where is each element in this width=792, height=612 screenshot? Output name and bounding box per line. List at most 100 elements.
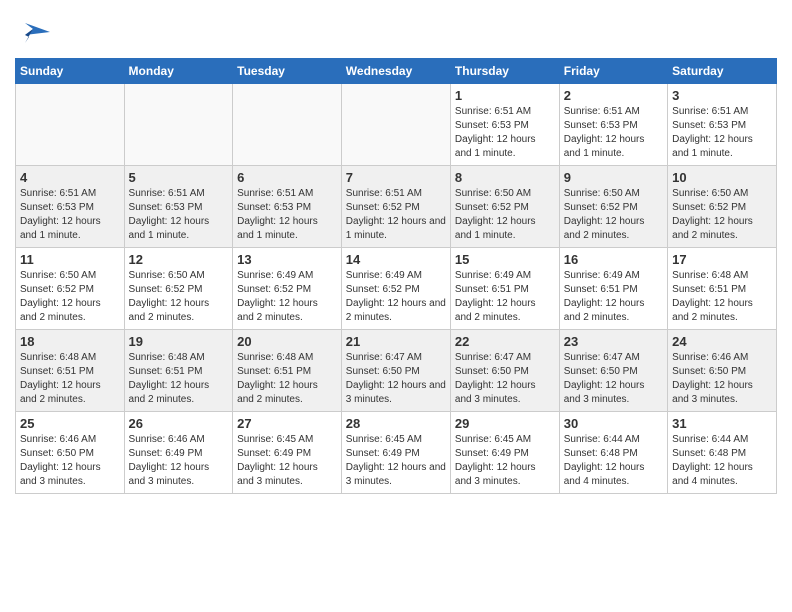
calendar-day-cell: 4 Sunrise: 6:51 AM Sunset: 6:53 PM Daylig… [16,166,125,248]
day-number: 30 [564,416,663,431]
day-info: Sunrise: 6:48 AM Sunset: 6:51 PM Dayligh… [129,351,229,407]
day-info: Sunrise: 6:49 AM Sunset: 6:51 PM Dayligh… [455,269,555,325]
day-number: 9 [564,170,663,185]
weekday-header-saturday: Saturday [668,59,777,84]
day-number: 21 [346,334,446,349]
calendar-day-cell: 21 Sunrise: 6:47 AM Sunset: 6:50 PM Dayli… [341,330,450,412]
weekday-header-row: SundayMondayTuesdayWednesdayThursdayFrid… [16,59,777,84]
calendar-day-cell: 24 Sunrise: 6:46 AM Sunset: 6:50 PM Dayli… [668,330,777,412]
day-info: Sunrise: 6:50 AM Sunset: 6:52 PM Dayligh… [455,187,555,243]
calendar-day-cell: 2 Sunrise: 6:51 AM Sunset: 6:53 PM Daylig… [559,84,667,166]
day-number: 19 [129,334,229,349]
day-number: 26 [129,416,229,431]
day-info: Sunrise: 6:47 AM Sunset: 6:50 PM Dayligh… [346,351,446,407]
day-info: Sunrise: 6:46 AM Sunset: 6:50 PM Dayligh… [672,351,772,407]
day-info: Sunrise: 6:47 AM Sunset: 6:50 PM Dayligh… [455,351,555,407]
day-info: Sunrise: 6:51 AM Sunset: 6:53 PM Dayligh… [455,105,555,161]
calendar-day-cell: 7 Sunrise: 6:51 AM Sunset: 6:52 PM Daylig… [341,166,450,248]
day-number: 12 [129,252,229,267]
page-header [15,10,777,50]
calendar-day-cell: 25Sunrise: 6:46 AM Sunset: 6:50 PM Dayli… [16,412,125,494]
calendar-day-cell: 19 Sunrise: 6:48 AM Sunset: 6:51 PM Dayli… [124,330,233,412]
day-number: 20 [237,334,337,349]
day-info: Sunrise: 6:48 AM Sunset: 6:51 PM Dayligh… [672,269,772,325]
day-number: 18 [20,334,120,349]
day-number: 24 [672,334,772,349]
day-info: Sunrise: 6:48 AM Sunset: 6:51 PM Dayligh… [20,351,120,407]
weekday-header-sunday: Sunday [16,59,125,84]
day-info: Sunrise: 6:50 AM Sunset: 6:52 PM Dayligh… [129,269,229,325]
day-number: 2 [564,88,663,103]
day-number: 5 [129,170,229,185]
day-number: 17 [672,252,772,267]
calendar-day-cell: 27 Sunrise: 6:45 AM Sunset: 6:49 PM Dayli… [233,412,342,494]
logo [15,15,54,50]
day-number: 27 [237,416,337,431]
calendar-day-cell: 1 Sunrise: 6:51 AM Sunset: 6:53 PM Daylig… [450,84,559,166]
day-info: Sunrise: 6:44 AM Sunset: 6:48 PM Dayligh… [672,433,772,489]
calendar-day-cell: 6 Sunrise: 6:51 AM Sunset: 6:53 PM Daylig… [233,166,342,248]
calendar-day-cell: 8 Sunrise: 6:50 AM Sunset: 6:52 PM Daylig… [450,166,559,248]
day-number: 13 [237,252,337,267]
calendar-week-2: 4 Sunrise: 6:51 AM Sunset: 6:53 PM Daylig… [16,166,777,248]
weekday-header-tuesday: Tuesday [233,59,342,84]
day-info: Sunrise: 6:51 AM Sunset: 6:53 PM Dayligh… [564,105,663,161]
day-info: Sunrise: 6:51 AM Sunset: 6:53 PM Dayligh… [129,187,229,243]
day-number: 7 [346,170,446,185]
day-number: 14 [346,252,446,267]
day-info: Sunrise: 6:51 AM Sunset: 6:52 PM Dayligh… [346,187,446,243]
day-info: Sunrise: 6:45 AM Sunset: 6:49 PM Dayligh… [346,433,446,489]
day-number: 3 [672,88,772,103]
weekday-header-monday: Monday [124,59,233,84]
day-number: 31 [672,416,772,431]
calendar-day-cell: 5 Sunrise: 6:51 AM Sunset: 6:53 PM Daylig… [124,166,233,248]
day-number: 8 [455,170,555,185]
calendar-week-1: 1 Sunrise: 6:51 AM Sunset: 6:53 PM Daylig… [16,84,777,166]
day-number: 25 [20,416,120,431]
calendar-day-cell: 16Sunrise: 6:49 AM Sunset: 6:51 PM Dayli… [559,248,667,330]
day-info: Sunrise: 6:44 AM Sunset: 6:48 PM Dayligh… [564,433,663,489]
calendar-week-4: 18 Sunrise: 6:48 AM Sunset: 6:51 PM Dayli… [16,330,777,412]
day-number: 23 [564,334,663,349]
day-info: Sunrise: 6:45 AM Sunset: 6:49 PM Dayligh… [237,433,337,489]
day-number: 11 [20,252,120,267]
weekday-header-wednesday: Wednesday [341,59,450,84]
calendar-day-cell: 31 Sunrise: 6:44 AM Sunset: 6:48 PM Dayli… [668,412,777,494]
calendar-day-cell: 12 Sunrise: 6:50 AM Sunset: 6:52 PM Dayli… [124,248,233,330]
calendar-day-cell: 29Sunrise: 6:45 AM Sunset: 6:49 PM Dayli… [450,412,559,494]
day-number: 4 [20,170,120,185]
day-info: Sunrise: 6:49 AM Sunset: 6:51 PM Dayligh… [564,269,663,325]
calendar-day-cell: 18 Sunrise: 6:48 AM Sunset: 6:51 PM Dayli… [16,330,125,412]
day-info: Sunrise: 6:48 AM Sunset: 6:51 PM Dayligh… [237,351,337,407]
day-info: Sunrise: 6:51 AM Sunset: 6:53 PM Dayligh… [672,105,772,161]
calendar-day-cell: 15 Sunrise: 6:49 AM Sunset: 6:51 PM Dayli… [450,248,559,330]
day-number: 1 [455,88,555,103]
calendar-day-cell [124,84,233,166]
calendar-day-cell: 13 Sunrise: 6:49 AM Sunset: 6:52 PM Dayli… [233,248,342,330]
day-info: Sunrise: 6:50 AM Sunset: 6:52 PM Dayligh… [672,187,772,243]
calendar-day-cell: 9 Sunrise: 6:50 AM Sunset: 6:52 PM Daylig… [559,166,667,248]
calendar-week-3: 11 Sunrise: 6:50 AM Sunset: 6:52 PM Dayli… [16,248,777,330]
day-info: Sunrise: 6:49 AM Sunset: 6:52 PM Dayligh… [346,269,446,325]
day-number: 10 [672,170,772,185]
calendar-table: SundayMondayTuesdayWednesdayThursdayFrid… [15,58,777,494]
calendar-day-cell [341,84,450,166]
day-number: 15 [455,252,555,267]
day-info: Sunrise: 6:49 AM Sunset: 6:52 PM Dayligh… [237,269,337,325]
day-number: 22 [455,334,555,349]
calendar-day-cell: 26Sunrise: 6:46 AM Sunset: 6:49 PM Dayli… [124,412,233,494]
calendar-day-cell: 14 Sunrise: 6:49 AM Sunset: 6:52 PM Dayli… [341,248,450,330]
calendar-day-cell [233,84,342,166]
calendar-day-cell: 23 Sunrise: 6:47 AM Sunset: 6:50 PM Dayli… [559,330,667,412]
day-info: Sunrise: 6:50 AM Sunset: 6:52 PM Dayligh… [564,187,663,243]
calendar-day-cell: 3 Sunrise: 6:51 AM Sunset: 6:53 PM Daylig… [668,84,777,166]
day-info: Sunrise: 6:50 AM Sunset: 6:52 PM Dayligh… [20,269,120,325]
day-info: Sunrise: 6:47 AM Sunset: 6:50 PM Dayligh… [564,351,663,407]
day-info: Sunrise: 6:51 AM Sunset: 6:53 PM Dayligh… [237,187,337,243]
calendar-day-cell [16,84,125,166]
day-info: Sunrise: 6:51 AM Sunset: 6:53 PM Dayligh… [20,187,120,243]
calendar-day-cell: 20 Sunrise: 6:48 AM Sunset: 6:51 PM Dayli… [233,330,342,412]
day-info: Sunrise: 6:45 AM Sunset: 6:49 PM Dayligh… [455,433,555,489]
day-number: 6 [237,170,337,185]
weekday-header-friday: Friday [559,59,667,84]
